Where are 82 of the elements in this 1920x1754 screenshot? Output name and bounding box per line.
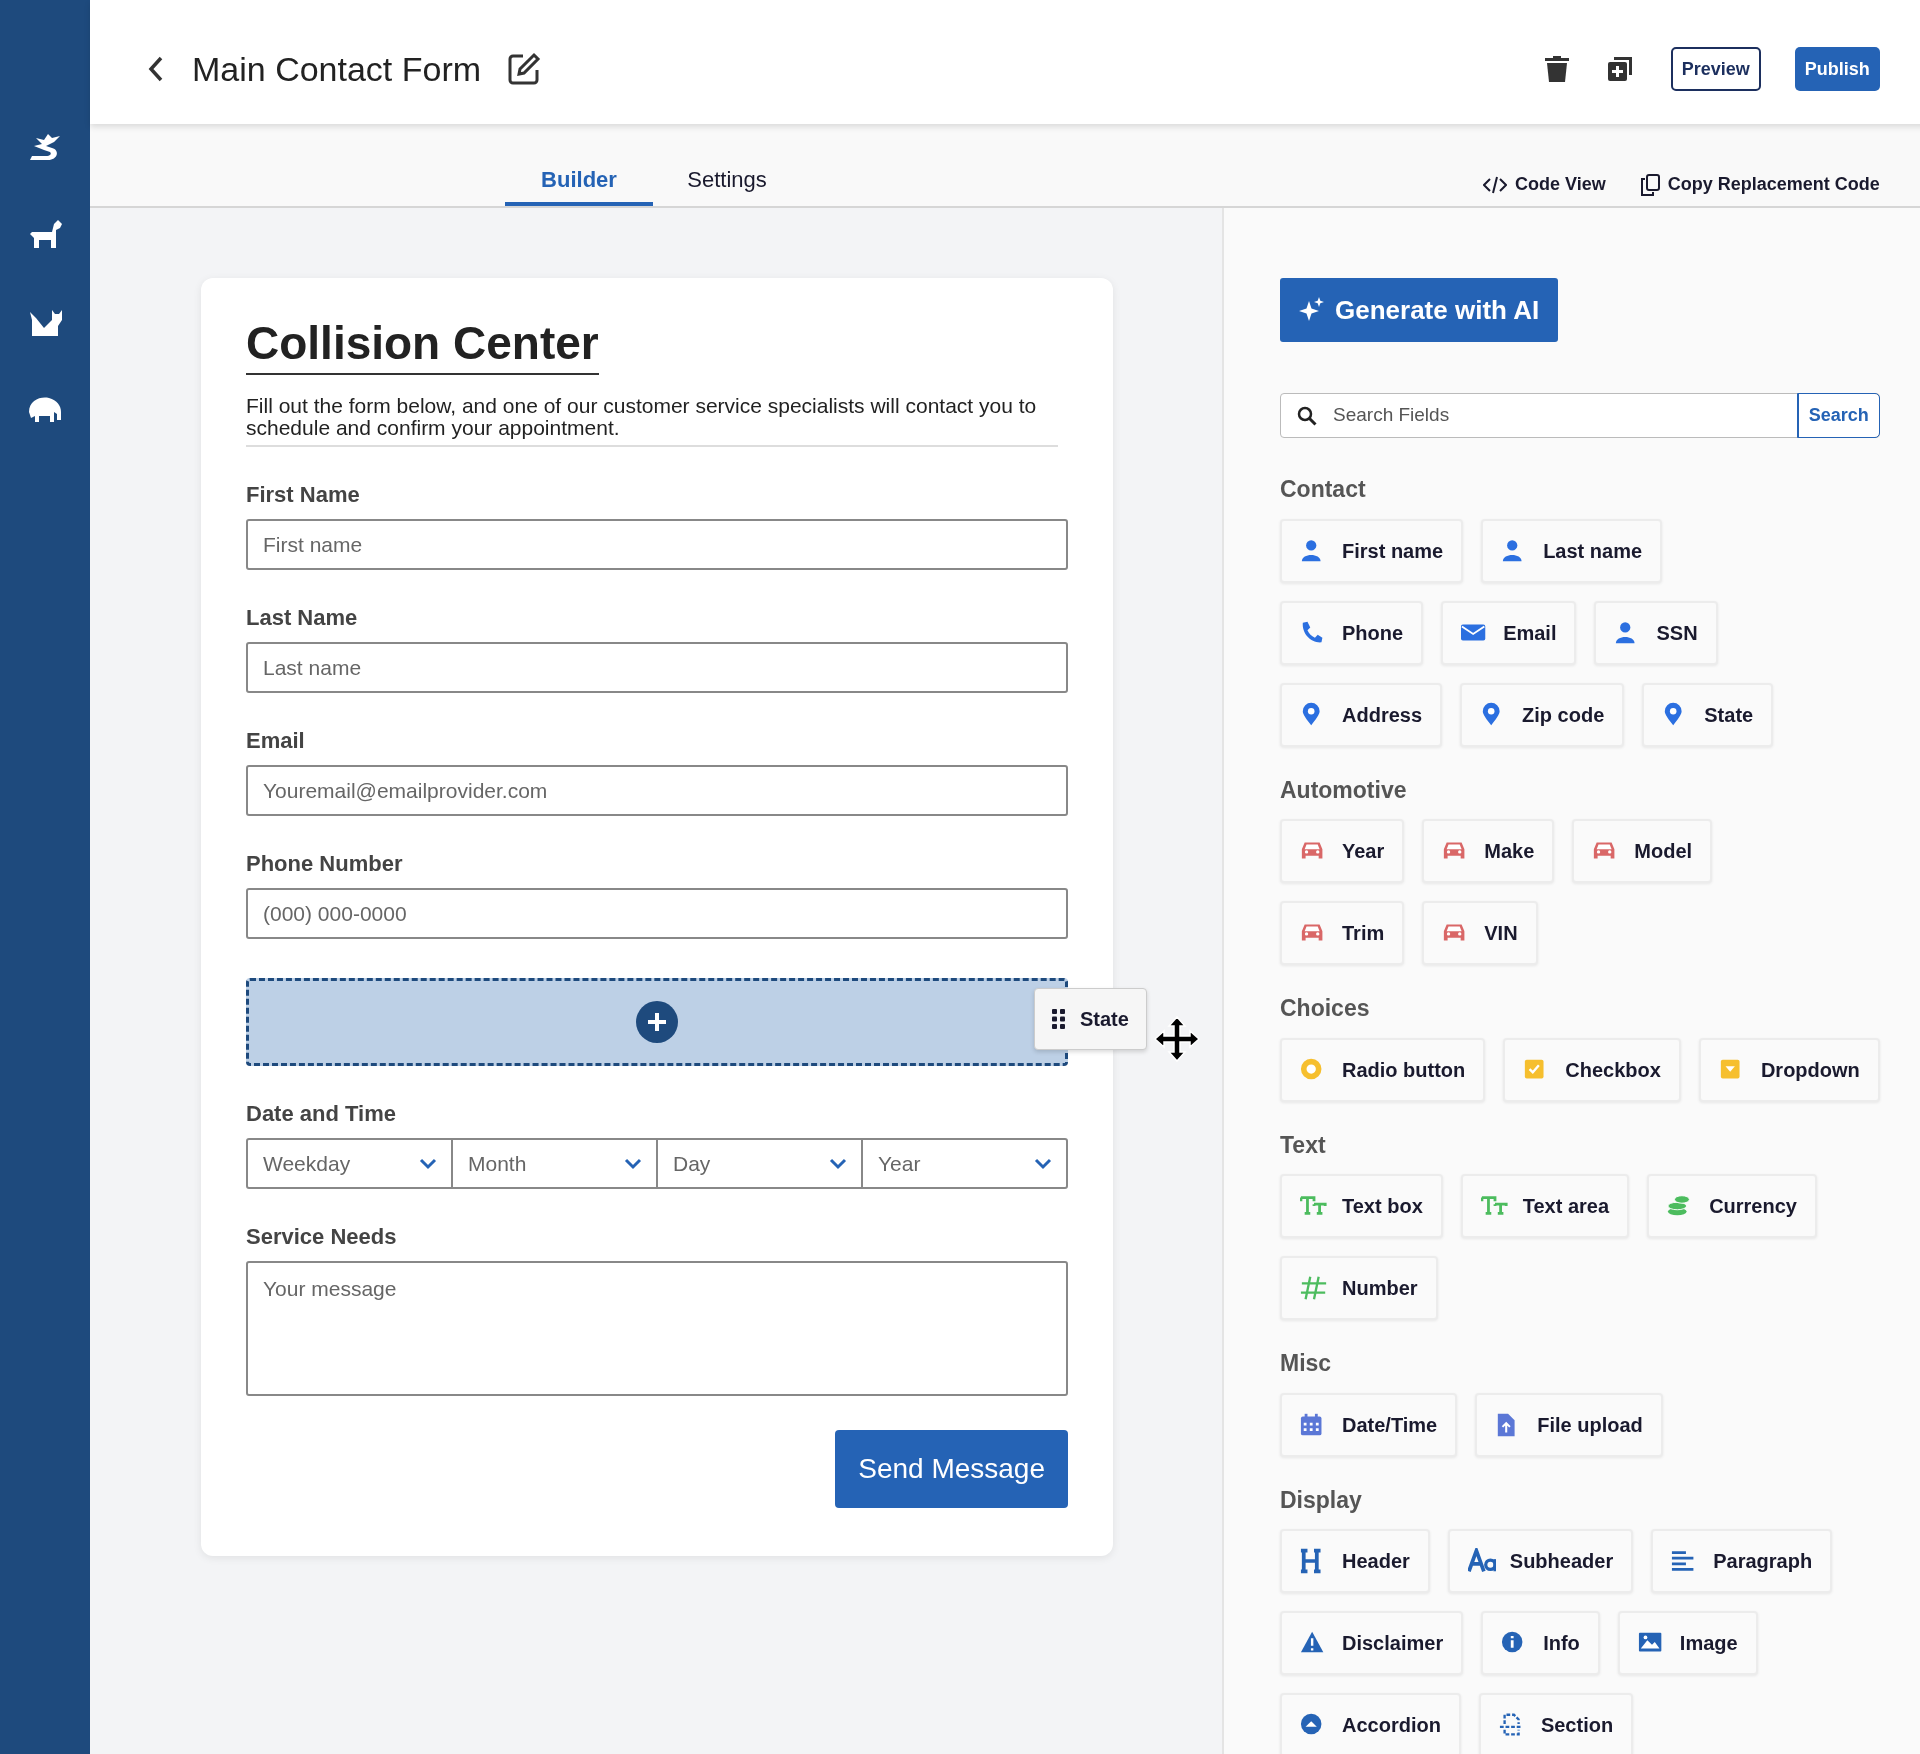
field-type-button[interactable]: First name [1280,518,1464,583]
field-type-button[interactable]: Trim [1280,901,1405,965]
field-type-button[interactable]: Header [1280,1529,1430,1593]
field-label: Service Needs [246,1223,398,1252]
code-icon [1483,175,1508,194]
field-type-button[interactable]: Currency [1647,1174,1817,1238]
chevron-down-icon [419,1157,437,1170]
generate-with-ai-button[interactable]: Generate with AI [1280,278,1559,342]
duplicate-icon[interactable] [1606,56,1633,82]
form-description: Fill out the form below, and one of our customer service specialists will contact you to schedule and confirm your appointment. [246,395,1058,448]
field-type-button[interactable]: Text area [1460,1174,1630,1238]
text-input-field[interactable]: First name [246,519,1068,571]
form-title: Main Contact Form [192,48,482,90]
dropdown[interactable]: Month [451,1138,658,1190]
send-message-button[interactable]: Send Message [835,1430,1068,1509]
publish-button[interactable]: Publish [1794,47,1880,91]
hash-icon [1300,1275,1328,1301]
chevron-down-icon [1034,1157,1052,1170]
field-type-button[interactable]: Section [1478,1693,1634,1754]
code-view-button[interactable]: Code View [1483,171,1606,198]
field-type-button[interactable]: Paragraph [1651,1529,1833,1593]
field-type-button[interactable]: Accordion [1280,1693,1461,1754]
field-type-button[interactable]: Year [1280,819,1405,883]
field-type-button[interactable]: File upload [1475,1392,1663,1457]
field-type-button[interactable]: Make [1422,819,1555,883]
copy-icon [1639,173,1660,196]
text-input-field[interactable]: Last name [246,642,1068,694]
chevron-down-icon [829,1157,847,1170]
field-type-button[interactable]: Zip code [1460,682,1625,747]
field-label: First Name [246,481,361,510]
field-type-button[interactable]: Email [1441,600,1577,665]
field-type-button[interactable]: Radio button [1280,1037,1486,1102]
section-heading: Choices [1280,994,1371,1023]
add-circle-icon[interactable] [636,1001,678,1044]
copy-code-button[interactable]: Copy Replacement Code [1639,171,1880,198]
section-heading: Misc [1280,1349,1333,1378]
drop-zone[interactable] [246,978,1068,1067]
field-type-button[interactable]: SSN [1594,600,1718,665]
form-heading: Collision Center [246,316,599,376]
drag-handle-icon [1052,1009,1066,1030]
field-type-button[interactable]: VIN [1422,901,1538,965]
field-type-button[interactable]: Dropdown [1698,1037,1880,1102]
field-type-button[interactable]: Checkbox [1503,1037,1681,1102]
text-input-field[interactable]: Youremail@emailprovider.com [246,765,1068,817]
field-label: Last Name [246,604,359,633]
field-type-button[interactable]: Date/Time [1280,1392,1458,1457]
search-button[interactable]: Search [1797,394,1879,437]
field-label: Email [246,727,306,756]
field-type-button[interactable]: Last name [1481,518,1663,583]
field-type-button[interactable]: Image [1617,1611,1758,1675]
sparkle-icon [1299,297,1325,323]
text-input-field[interactable]: (000) 000-0000 [246,888,1068,940]
search-icon [1297,405,1317,426]
message-field[interactable]: Your message [246,1261,1068,1397]
dropdown[interactable]: Year [861,1138,1068,1190]
section-heading: Contact [1280,475,1367,504]
dragged-field-chip[interactable]: State [1034,988,1147,1051]
field-type-button[interactable]: Address [1280,682,1443,747]
field-label: Date and Time [246,1100,397,1129]
field-type-button[interactable]: Subheader [1447,1529,1634,1593]
section-heading: Display [1280,1485,1363,1515]
tab[interactable]: Settings [653,156,801,206]
section-heading: Automotive [1280,775,1408,805]
edit-icon[interactable] [507,52,542,86]
field-type-button[interactable]: Phone [1280,600,1424,665]
field-type-button[interactable]: Disclaimer [1280,1611,1464,1675]
field-label: Phone Number [246,850,404,879]
field-type-button[interactable]: Model [1572,819,1713,883]
field-type-button[interactable]: State [1642,682,1774,747]
chevron-down-icon [624,1157,642,1170]
preview-button[interactable]: Preview [1670,47,1761,91]
section-heading: Text [1280,1130,1327,1160]
dog-icon[interactable] [28,218,62,250]
search-field[interactable]: Search Fields Search [1280,393,1880,438]
field-type-button[interactable]: Info [1481,1611,1600,1675]
field-type-button[interactable]: Number [1280,1256,1438,1320]
dropdown[interactable]: Weekday [246,1138,453,1190]
field-type-button[interactable]: Text box [1280,1174,1443,1238]
move-cursor-icon [1154,1016,1200,1063]
trash-icon[interactable] [1544,56,1569,82]
font-icon [1467,1548,1496,1574]
dropdown[interactable]: Day [656,1138,863,1190]
